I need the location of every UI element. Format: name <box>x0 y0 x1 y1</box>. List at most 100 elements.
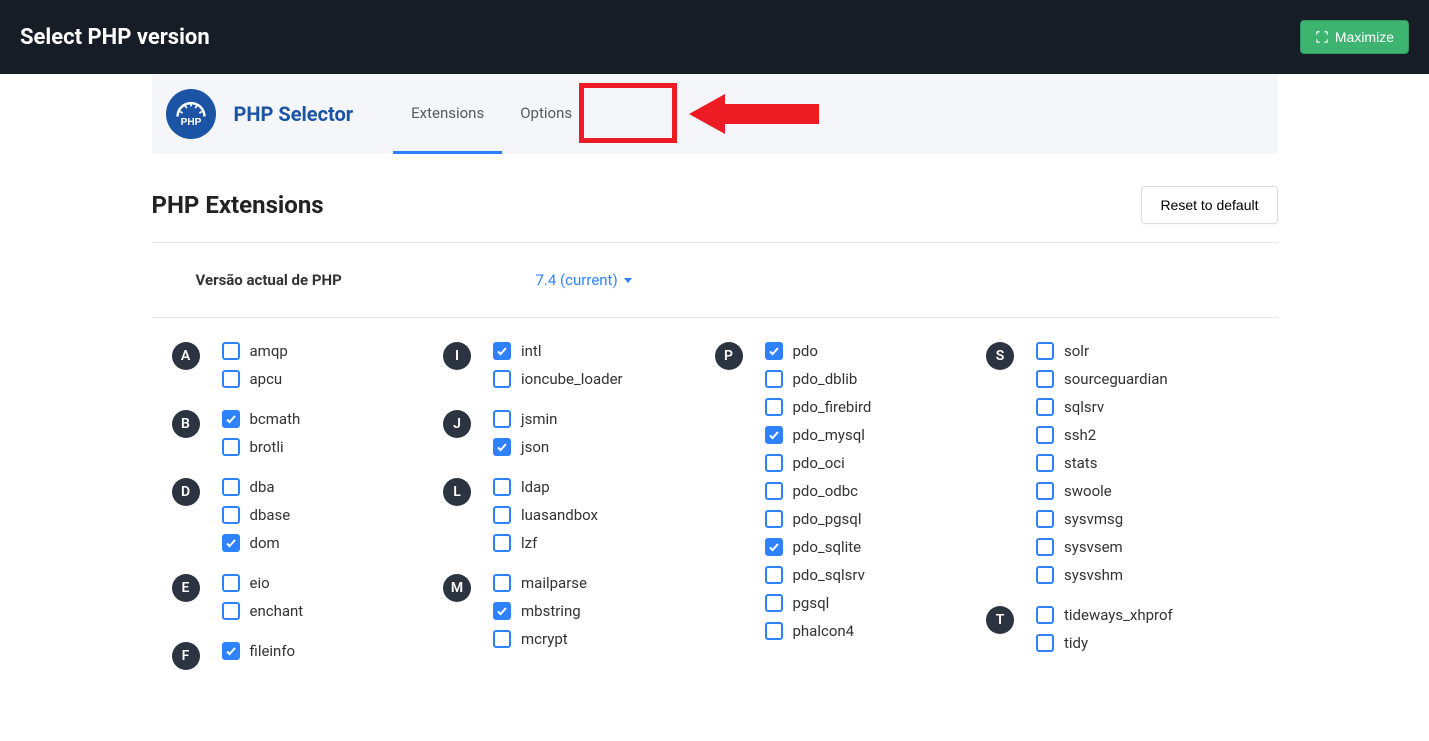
checkbox-ldap[interactable] <box>493 478 511 496</box>
checkbox-lzf[interactable] <box>493 534 511 552</box>
checkbox-dom[interactable] <box>222 534 240 552</box>
checkbox-sysvmsg[interactable] <box>1036 510 1054 528</box>
checkbox-intl[interactable] <box>493 342 511 360</box>
extension-item-ioncube_loader: ioncube_loader <box>493 370 623 388</box>
extension-label[interactable]: tidy <box>1064 634 1088 652</box>
checkbox-pdo_firebird[interactable] <box>765 398 783 416</box>
checkbox-sysvsem[interactable] <box>1036 538 1054 556</box>
extension-label[interactable]: pdo_dblib <box>793 370 858 388</box>
maximize-button[interactable]: Maximize <box>1300 20 1409 54</box>
extension-label[interactable]: pdo <box>793 342 818 360</box>
extension-label[interactable]: dom <box>250 534 280 552</box>
version-select[interactable]: 7.4 (current) <box>536 271 632 289</box>
extension-label[interactable]: ldap <box>521 478 550 496</box>
extension-label[interactable]: pdo_firebird <box>793 398 872 416</box>
extension-label[interactable]: sysvsem <box>1064 538 1123 556</box>
checkbox-stats[interactable] <box>1036 454 1054 472</box>
checkbox-eio[interactable] <box>222 574 240 592</box>
extension-label[interactable]: pdo_sqlite <box>793 538 862 556</box>
extension-label[interactable]: fileinfo <box>250 642 296 660</box>
extension-label[interactable]: dba <box>250 478 275 496</box>
page-title: Select PHP version <box>20 25 210 50</box>
letter-badge: S <box>986 342 1014 370</box>
extension-label[interactable]: pdo_oci <box>793 454 845 472</box>
tab-options[interactable]: Options <box>502 74 590 154</box>
checkbox-swoole[interactable] <box>1036 482 1054 500</box>
extension-label[interactable]: ssh2 <box>1064 426 1096 444</box>
checkbox-dba[interactable] <box>222 478 240 496</box>
checkbox-pdo_sqlsrv[interactable] <box>765 566 783 584</box>
extensions-column: Ppdopdo_dblibpdo_firebirdpdo_mysqlpdo_oc… <box>715 342 987 692</box>
checkbox-mailparse[interactable] <box>493 574 511 592</box>
extension-label[interactable]: bcmath <box>250 410 301 428</box>
extension-item-tidy: tidy <box>1036 634 1173 652</box>
extension-label[interactable]: ioncube_loader <box>521 370 623 388</box>
checkbox-jsmin[interactable] <box>493 410 511 428</box>
extension-item-stats: stats <box>1036 454 1168 472</box>
checkbox-pdo_sqlite[interactable] <box>765 538 783 556</box>
checkbox-tideways_xhprof[interactable] <box>1036 606 1054 624</box>
reset-to-default-button[interactable]: Reset to default <box>1141 186 1277 224</box>
version-row: Versão actual de PHP 7.4 (current) <box>152 243 1278 318</box>
extension-label[interactable]: dbase <box>250 506 291 524</box>
extension-label[interactable]: amqp <box>250 342 288 360</box>
checkbox-solr[interactable] <box>1036 342 1054 360</box>
checkbox-pgsql[interactable] <box>765 594 783 612</box>
extension-label[interactable]: pdo_odbc <box>793 482 859 500</box>
checkbox-amqp[interactable] <box>222 342 240 360</box>
extension-label[interactable]: lzf <box>521 534 537 552</box>
extension-label[interactable]: swoole <box>1064 482 1112 500</box>
extension-label[interactable]: intl <box>521 342 542 360</box>
checkbox-enchant[interactable] <box>222 602 240 620</box>
extension-label[interactable]: apcu <box>250 370 283 388</box>
extension-label[interactable]: mailparse <box>521 574 587 592</box>
extension-item-pdo_sqlite: pdo_sqlite <box>765 538 872 556</box>
extension-label[interactable]: mbstring <box>521 602 581 620</box>
checkbox-pdo_pgsql[interactable] <box>765 510 783 528</box>
extension-label[interactable]: pgsql <box>793 594 830 612</box>
extension-label[interactable]: pdo_mysql <box>793 426 865 444</box>
checkbox-pdo_odbc[interactable] <box>765 482 783 500</box>
checkbox-sourceguardian[interactable] <box>1036 370 1054 388</box>
checkbox-ioncube_loader[interactable] <box>493 370 511 388</box>
extension-label[interactable]: json <box>521 438 549 456</box>
checkbox-tidy[interactable] <box>1036 634 1054 652</box>
checkbox-ssh2[interactable] <box>1036 426 1054 444</box>
extension-label[interactable]: pdo_pgsql <box>793 510 862 528</box>
extension-label[interactable]: luasandbox <box>521 506 598 524</box>
tab-extensions[interactable]: Extensions <box>393 74 502 154</box>
extension-label[interactable]: sourceguardian <box>1064 370 1168 388</box>
extension-label[interactable]: sysvmsg <box>1064 510 1123 528</box>
checkbox-apcu[interactable] <box>222 370 240 388</box>
extension-group-b: Bbcmathbrotli <box>172 410 444 456</box>
extension-label[interactable]: phalcon4 <box>793 622 855 640</box>
checkbox-sysvshm[interactable] <box>1036 566 1054 584</box>
checkbox-bcmath[interactable] <box>222 410 240 428</box>
extension-label[interactable]: pdo_sqlsrv <box>793 566 865 584</box>
checkbox-pdo[interactable] <box>765 342 783 360</box>
extension-label[interactable]: sysvshm <box>1064 566 1123 584</box>
checkbox-phalcon4[interactable] <box>765 622 783 640</box>
extension-item-intl: intl <box>493 342 623 360</box>
extension-label[interactable]: enchant <box>250 602 304 620</box>
checkbox-mbstring[interactable] <box>493 602 511 620</box>
checkbox-mcrypt[interactable] <box>493 630 511 648</box>
extension-label[interactable]: brotli <box>250 438 284 456</box>
extension-label[interactable]: sqlsrv <box>1064 398 1104 416</box>
checkbox-pdo_mysql[interactable] <box>765 426 783 444</box>
extension-label[interactable]: mcrypt <box>521 630 568 648</box>
checkbox-pdo_dblib[interactable] <box>765 370 783 388</box>
checkbox-fileinfo[interactable] <box>222 642 240 660</box>
extension-label[interactable]: solr <box>1064 342 1089 360</box>
extension-label[interactable]: tideways_xhprof <box>1064 606 1173 624</box>
extension-label[interactable]: stats <box>1064 454 1097 472</box>
checkbox-luasandbox[interactable] <box>493 506 511 524</box>
arrow-annotation <box>689 92 819 136</box>
extension-label[interactable]: eio <box>250 574 270 592</box>
checkbox-json[interactable] <box>493 438 511 456</box>
checkbox-pdo_oci[interactable] <box>765 454 783 472</box>
checkbox-dbase[interactable] <box>222 506 240 524</box>
extension-label[interactable]: jsmin <box>521 410 557 428</box>
checkbox-brotli[interactable] <box>222 438 240 456</box>
checkbox-sqlsrv[interactable] <box>1036 398 1054 416</box>
